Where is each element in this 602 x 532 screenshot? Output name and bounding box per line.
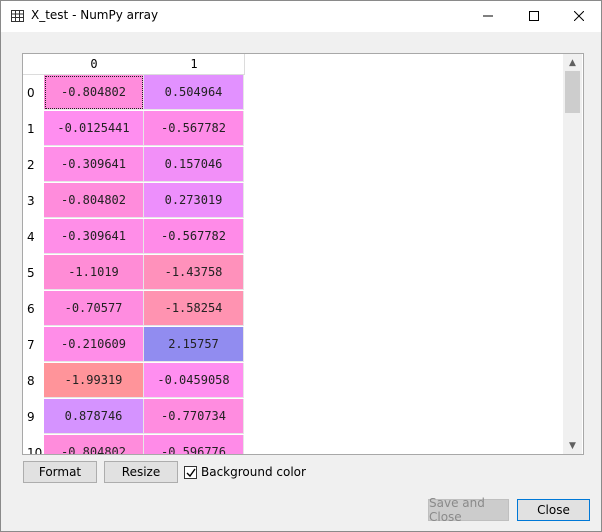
background-color-checkbox[interactable]	[184, 465, 197, 479]
table-cell-1-1[interactable]: -0.567782	[144, 111, 244, 146]
table-cell-4-1[interactable]: -0.567782	[144, 219, 244, 254]
table-cell-8-1[interactable]: -0.0459058	[144, 363, 244, 398]
minimize-icon	[483, 10, 493, 24]
checkmark-icon	[186, 468, 196, 477]
table-cell-5-0[interactable]: -1.1019	[44, 255, 144, 290]
scroll-up-arrow-icon[interactable]: ▲	[563, 54, 582, 71]
format-button[interactable]: Format	[23, 461, 97, 483]
table-cell-6-0[interactable]: -0.70577	[44, 291, 144, 326]
table-cell-3-1[interactable]: 0.273019	[144, 183, 244, 218]
table-cell-1-0[interactable]: -0.0125441	[44, 111, 144, 146]
column-header-1[interactable]: 1	[144, 54, 245, 75]
maximize-button[interactable]	[511, 1, 557, 32]
minimize-button[interactable]	[465, 1, 511, 32]
resize-button[interactable]: Resize	[104, 461, 178, 483]
table-cell-9-0[interactable]: 0.878746	[44, 399, 144, 434]
numpy-array-dialog: X_test - NumPy array 0 1 0 -0.804802 0.50496…	[0, 0, 602, 532]
background-color-toggle[interactable]: Background color	[184, 464, 306, 480]
row-header-7[interactable]: 7	[23, 327, 44, 363]
table-cell-7-0[interactable]: -0.210609	[44, 327, 144, 362]
window-title: X_test - NumPy array	[31, 8, 159, 22]
row-header-10[interactable]: 10	[23, 435, 44, 454]
array-table[interactable]: 0 1 0 -0.804802 0.504964 1 -0.0125441 -0.567782…	[22, 53, 584, 455]
table-cell-10-0[interactable]: -0.804802	[44, 435, 144, 454]
table-cell-0-0[interactable]: -0.804802	[44, 75, 144, 110]
title-bar[interactable]: X_test - NumPy array	[1, 1, 601, 32]
scrollbar-thumb[interactable]	[565, 71, 580, 113]
row-header-3[interactable]: 3	[23, 183, 44, 219]
row-header-4[interactable]: 4	[23, 219, 44, 255]
table-cell-4-0[interactable]: -0.309641	[44, 219, 144, 254]
table-cell-3-0[interactable]: -0.804802	[44, 183, 144, 218]
table-cell-10-1[interactable]: -0.596776	[144, 435, 244, 454]
table-cell-2-1[interactable]: 0.157046	[144, 147, 244, 182]
table-cell-8-0[interactable]: -1.99319	[44, 363, 144, 398]
row-header-0[interactable]: 0	[23, 75, 44, 111]
vertical-scrollbar[interactable]: ▲ ▼	[563, 54, 582, 454]
background-color-label: Background color	[201, 465, 306, 479]
table-cell-6-1[interactable]: -1.58254	[144, 291, 244, 326]
row-header-8[interactable]: 8	[23, 363, 44, 399]
row-header-2[interactable]: 2	[23, 147, 44, 183]
save-and-close-button[interactable]: Save and Close	[428, 496, 509, 524]
table-cell-7-1[interactable]: 2.15757	[144, 327, 244, 362]
table-cell-5-1[interactable]: -1.43758	[144, 255, 244, 290]
table-icon	[11, 10, 24, 22]
row-header-9[interactable]: 9	[23, 399, 44, 435]
row-header-5[interactable]: 5	[23, 255, 44, 291]
column-header-0[interactable]: 0	[44, 54, 145, 75]
maximize-icon	[529, 10, 539, 24]
close-button[interactable]: Close	[517, 499, 590, 521]
row-header-6[interactable]: 6	[23, 291, 44, 327]
row-header-1[interactable]: 1	[23, 111, 44, 147]
table-corner	[23, 54, 45, 75]
close-window-button[interactable]	[556, 1, 602, 32]
scroll-down-arrow-icon[interactable]: ▼	[563, 437, 582, 454]
close-icon	[573, 10, 585, 24]
table-cell-0-1[interactable]: 0.504964	[144, 75, 244, 110]
table-cell-2-0[interactable]: -0.309641	[44, 147, 144, 182]
table-cell-9-1[interactable]: -0.770734	[144, 399, 244, 434]
